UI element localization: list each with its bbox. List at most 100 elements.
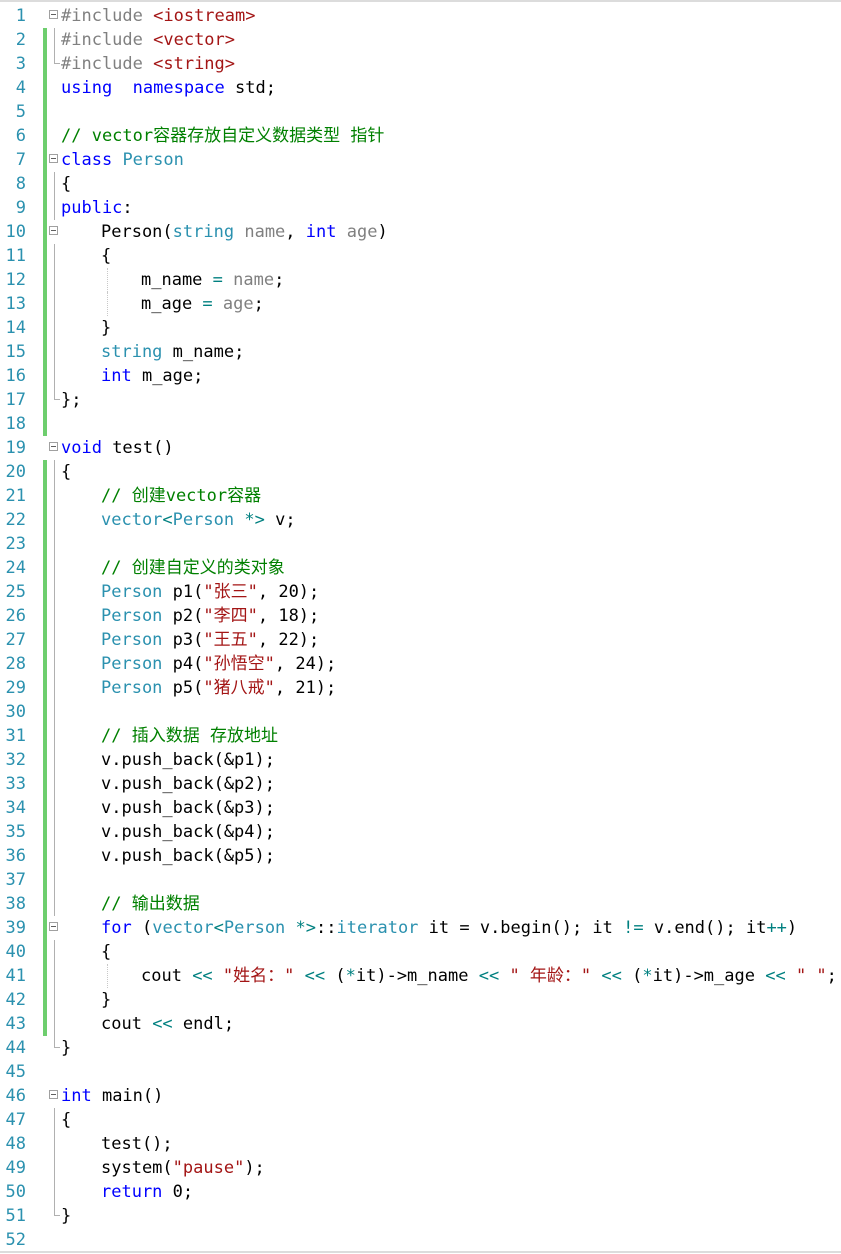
code-editor[interactable]: 1 #include <iostream> 2 #include <vector> 3 #… — [0, 4, 841, 1252]
code-line[interactable]: 22 vector<Person *> v; — [0, 508, 841, 532]
line-number: 1 — [15, 6, 26, 26]
code-line[interactable]: 8{ — [0, 172, 841, 196]
code-line[interactable]: 21 // 创建vector容器 — [0, 484, 841, 508]
code-token: * — [642, 966, 653, 986]
code-token: Person — [101, 582, 163, 602]
code-line[interactable]: 50 return 0; — [0, 1180, 841, 1204]
fold-toggle-icon[interactable] — [49, 1090, 58, 1099]
fold-toggle-icon[interactable] — [49, 442, 58, 451]
fold-toggle-icon[interactable] — [49, 10, 58, 19]
code-text: string m_name; — [101, 340, 244, 364]
code-line[interactable]: 20 { — [0, 460, 841, 484]
code-line[interactable]: 39 for (vector<Person *>::iterator it = v… — [0, 916, 841, 940]
code-line[interactable]: 33 v.push_back(&p2); — [0, 772, 841, 796]
code-text: { — [101, 244, 111, 268]
code-line[interactable]: 49 system("pause"); — [0, 1156, 841, 1180]
code-line[interactable]: 41 cout << "姓名：" << (*it)->m_name << " 年龄… — [0, 964, 841, 988]
code-token: v.push_back(&p2); — [101, 774, 275, 794]
code-line[interactable]: 10 Person(string name, int age) — [0, 220, 841, 244]
line-number: 51 — [5, 1206, 26, 1226]
code-text: cout << endl; — [101, 1012, 234, 1036]
line-number: 30 — [5, 702, 26, 722]
code-line[interactable]: 15 string m_name; — [0, 340, 841, 364]
code-line[interactable]: 14} — [0, 316, 841, 340]
code-token: << — [192, 966, 213, 986]
code-token: return — [101, 1182, 163, 1202]
code-line[interactable]: 43 cout << endl; — [0, 1012, 841, 1036]
code-line[interactable]: 51} — [0, 1204, 841, 1228]
code-token: = — [202, 294, 213, 314]
code-text: int main() — [61, 1084, 163, 1108]
code-line[interactable]: 2 #include <vector> — [0, 28, 841, 52]
fold-toggle-icon[interactable] — [49, 922, 58, 931]
code-line[interactable]: 25 Person p1("张三", 20); — [0, 580, 841, 604]
code-text: vector<Person *> v; — [101, 508, 296, 532]
code-token: { — [101, 246, 112, 266]
code-token: name — [233, 270, 275, 290]
code-line[interactable]: 7 class Person — [0, 148, 841, 172]
code-line[interactable]: 38 // 输出数据 — [0, 892, 841, 916]
code-line[interactable]: 23 — [0, 532, 841, 556]
code-line[interactable]: 32 v.push_back(&p1); — [0, 748, 841, 772]
code-line[interactable]: 13 m_age = age; — [0, 292, 841, 316]
line-number: 41 — [5, 966, 26, 986]
code-line[interactable]: 45 — [0, 1060, 841, 1084]
code-line[interactable]: 34 v.push_back(&p3); — [0, 796, 841, 820]
code-line[interactable]: 24 // 创建自定义的类对象 — [0, 556, 841, 580]
line-number: 35 — [5, 822, 26, 842]
code-line[interactable]: 1 #include <iostream> — [0, 4, 841, 28]
code-line[interactable]: 16 int m_age; — [0, 364, 841, 388]
code-token: << — [601, 966, 622, 986]
code-line[interactable]: 44} — [0, 1036, 841, 1060]
editor-top-border — [0, 0, 841, 2]
line-number: 28 — [5, 654, 26, 674]
code-line[interactable]: 5 — [0, 100, 841, 124]
code-token: { — [61, 462, 72, 482]
code-line[interactable]: 4 using namespace std; — [0, 76, 841, 100]
code-line[interactable]: 17}; — [0, 388, 841, 412]
code-token: p3( — [162, 630, 204, 650]
code-line[interactable]: 29 Person p5("猪八戒", 21); — [0, 676, 841, 700]
code-token: // vector容器存放自定义数据类型 指针 — [61, 126, 385, 146]
code-line[interactable]: 19 void test() — [0, 436, 841, 460]
code-line[interactable]: 26 Person p2("李四", 18); — [0, 604, 841, 628]
code-line[interactable]: 35 v.push_back(&p4); — [0, 820, 841, 844]
fold-toggle-icon[interactable] — [49, 226, 58, 235]
code-line[interactable]: 48 test(); — [0, 1132, 841, 1156]
code-line[interactable]: 3 #include <string> — [0, 52, 841, 76]
fold-guide — [54, 652, 55, 676]
line-number: 10 — [5, 222, 26, 242]
code-line[interactable]: 27 Person p3("王五", 22); — [0, 628, 841, 652]
code-line[interactable]: 18 — [0, 412, 841, 436]
code-token: , 20); — [257, 582, 320, 602]
code-line[interactable]: 9 public: — [0, 196, 841, 220]
code-token: // 创建自定义的类对象 — [101, 558, 285, 578]
code-line[interactable]: 12 m_name = name; — [0, 268, 841, 292]
code-token: ; — [253, 294, 264, 314]
code-line[interactable]: 40 { — [0, 940, 841, 964]
code-line[interactable]: 46 int main() — [0, 1084, 841, 1108]
code-line[interactable]: 28 Person p4("孙悟空", 24); — [0, 652, 841, 676]
code-line[interactable]: 30 — [0, 700, 841, 724]
code-line[interactable]: 37 — [0, 868, 841, 892]
code-line[interactable]: 36 v.push_back(&p5); — [0, 844, 841, 868]
code-line[interactable]: 42} — [0, 988, 841, 1012]
code-line[interactable]: 6 // vector容器存放自定义数据类型 指针 — [0, 124, 841, 148]
code-token: { — [61, 174, 72, 194]
code-token: // 创建vector容器 — [101, 486, 262, 506]
fold-toggle-icon[interactable] — [49, 154, 58, 163]
code-token: <iostream> — [153, 6, 256, 26]
code-line[interactable]: 11 { — [0, 244, 841, 268]
code-token: Person — [101, 678, 163, 698]
fold-guide — [54, 580, 55, 604]
code-line[interactable]: 52 — [0, 1228, 841, 1252]
line-number: 25 — [5, 582, 26, 602]
code-line[interactable]: 47 { — [0, 1108, 841, 1132]
code-line[interactable]: 31 // 插入数据 存放地址 — [0, 724, 841, 748]
fold-guide — [54, 820, 55, 844]
code-token: "王五" — [203, 630, 258, 650]
code-token: } — [61, 1206, 72, 1226]
code-token: << — [478, 966, 500, 986]
